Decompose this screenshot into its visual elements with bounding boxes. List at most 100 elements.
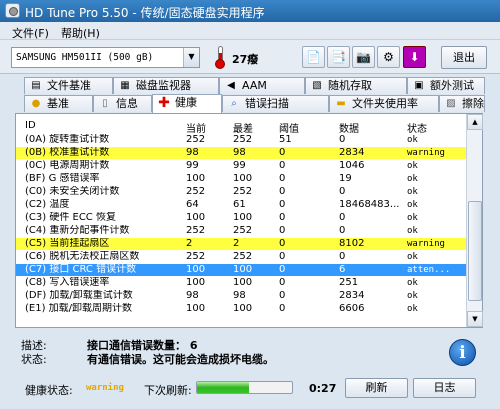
cell-cur: 99 <box>186 160 199 171</box>
info-page-icon: ▯ <box>102 98 108 109</box>
cell-id: (C4) 重新分配事件计数 <box>25 225 130 236</box>
cell-thr: 0 <box>279 238 286 249</box>
save-button[interactable]: ⬇ <box>403 46 426 68</box>
cell-id: (C2) 温度 <box>25 199 70 210</box>
header-data[interactable]: 数据 <box>339 120 359 135</box>
tab-disk-monitor[interactable]: ▦ 磁盘监视器 <box>113 77 219 94</box>
table-row[interactable]: (0B) 校准重试计数 98 98 0 2834 warning <box>16 147 466 159</box>
menu-help[interactable]: 帮助(H) <box>61 25 100 41</box>
cell-thr: 0 <box>279 251 286 262</box>
cell-worst: 98 <box>233 147 246 158</box>
options-button[interactable]: ⚙ <box>377 46 400 68</box>
cell-data: 0 <box>339 186 346 197</box>
tab-health[interactable]: ✚ 健康 <box>152 94 222 113</box>
menu-file[interactable]: 文件(F) <box>12 25 49 41</box>
tab-info[interactable]: ▯ 信息 <box>93 95 152 112</box>
refresh-timer: 0:27 <box>309 382 337 395</box>
smart-attributes-panel: ID 当前 最差 阈值 数据 状态 (0A) 旋转重试计数 252 252 51 0 ok… <box>15 113 483 328</box>
tab-file-benchmark[interactable]: ▤ 文件基准 <box>24 77 113 94</box>
header-threshold[interactable]: 阈值 <box>279 120 299 135</box>
cell-cur: 100 <box>186 277 206 288</box>
cell-worst: 61 <box>233 199 246 210</box>
table-row[interactable]: (DF) 加载/卸载重试计数 98 98 0 2834 ok <box>16 290 466 302</box>
cell-data: 0 <box>339 225 346 236</box>
table-row[interactable]: (0C) 电源周期计数 99 99 0 1046 ok <box>16 160 466 172</box>
copy-all-button[interactable]: 📑 <box>327 46 350 68</box>
refresh-button[interactable]: 刷新 <box>345 378 408 398</box>
refresh-progress-fill <box>197 382 250 393</box>
table-row[interactable]: (C7) 接口 CRC 错误计数 100 100 0 6 atten... <box>16 264 466 276</box>
health-status-value: warning <box>86 383 124 393</box>
cell-status: warning <box>407 148 445 158</box>
random-access-icon: ▧ <box>312 80 322 91</box>
file-benchmark-icon: ▤ <box>31 80 41 91</box>
vertical-scrollbar[interactable]: ▲ ▼ <box>466 114 483 327</box>
cell-status: ok <box>407 252 418 262</box>
cell-id: (DF) 加载/卸载重试计数 <box>25 290 133 301</box>
cell-id: (0C) 电源周期计数 <box>25 160 110 171</box>
cell-cur: 252 <box>186 225 206 236</box>
cell-cur: 100 <box>186 303 206 314</box>
cell-worst: 252 <box>233 225 253 236</box>
tab-extra-tests[interactable]: ▣ 额外测试 <box>407 77 485 94</box>
cell-cur: 64 <box>186 199 199 210</box>
screenshot-button[interactable]: 📷 <box>352 46 375 68</box>
table-row[interactable]: (E1) 加载/卸载周期计数 100 100 0 6606 ok <box>16 303 466 315</box>
table-row[interactable]: (0A) 旋转重试计数 252 252 51 0 ok <box>16 134 466 146</box>
magnifier-icon: ⌕ <box>231 98 237 109</box>
cell-status: ok <box>407 200 418 210</box>
refresh-progress-bar <box>196 381 293 394</box>
cell-data: 0 <box>339 251 346 262</box>
cell-status: atten... <box>407 265 451 275</box>
cell-cur: 2 <box>186 238 193 249</box>
tab-random-access[interactable]: ▧ 随机存取 <box>305 77 407 94</box>
tab-strip: ▤ 文件基准 ▦ 磁盘监视器 ◀ AAM ▧ 随机存取 ▣ 额外测试 ● 基准 ▯ 信息 ✚ 健… <box>0 76 500 114</box>
cell-id: (C3) 硬件 ECC 恢复 <box>25 212 116 223</box>
tab-folder-usage[interactable]: ▬ 文件夹使用率 <box>329 95 439 112</box>
tab-error-scan[interactable]: ⌕ 错误扫描 <box>222 95 329 112</box>
copy-text-button[interactable]: 📄 <box>302 46 325 68</box>
header-id[interactable]: ID <box>25 120 36 131</box>
thermometer-icon <box>214 46 226 69</box>
scrollbar-thumb[interactable] <box>468 201 482 301</box>
drive-select[interactable]: SAMSUNG HM501II (500 gB) ▼ <box>11 47 200 68</box>
header-current[interactable]: 当前 <box>186 120 206 135</box>
health-cross-icon: ✚ <box>158 95 170 111</box>
cell-status: ok <box>407 291 418 301</box>
tab-aam[interactable]: ◀ AAM <box>219 77 305 94</box>
tab-erase[interactable]: ▨ 擦除 <box>439 95 485 112</box>
status-bar: 健康状态: warning 下次刷新: 0:27 刷新 日志 <box>0 373 500 409</box>
cell-data: 6 <box>339 264 346 275</box>
cell-worst: 99 <box>233 160 246 171</box>
cell-cur: 98 <box>186 290 199 301</box>
cell-worst: 100 <box>233 264 253 275</box>
scroll-up-icon[interactable]: ▲ <box>467 114 483 130</box>
cell-data: 0 <box>339 134 346 145</box>
drive-select-value: SAMSUNG HM501II (500 gB) <box>16 52 154 63</box>
header-worst[interactable]: 最差 <box>233 120 253 135</box>
cell-thr: 51 <box>279 134 292 145</box>
grid-header: ID 当前 最差 阈值 数据 状态 <box>16 114 466 135</box>
cell-status: ok <box>407 226 418 236</box>
chevron-down-icon[interactable]: ▼ <box>183 48 199 67</box>
cell-worst: 98 <box>233 290 246 301</box>
table-row[interactable]: (C8) 写入错误速率 100 100 0 251 ok <box>16 277 466 289</box>
info-icon[interactable]: i <box>449 339 476 366</box>
cell-id: (BF) G 感错误率 <box>25 173 100 184</box>
erase-icon: ▨ <box>446 98 456 109</box>
log-button[interactable]: 日志 <box>413 378 476 398</box>
next-refresh-label: 下次刷新: <box>144 384 192 397</box>
window-title: HD Tune Pro 5.50 - 传统/固态硬盘实用程序 <box>25 6 265 20</box>
table-row[interactable]: (C4) 重新分配事件计数 252 252 0 0 ok <box>16 225 466 237</box>
extra-tests-icon: ▣ <box>414 80 424 91</box>
scroll-down-icon[interactable]: ▼ <box>467 311 483 327</box>
table-row[interactable]: (C5) 当前挂起扇区 2 2 0 8102 warning <box>16 238 466 250</box>
table-row[interactable]: (C3) 硬件 ECC 恢复 100 100 0 0 ok <box>16 212 466 224</box>
table-row[interactable]: (C6) 脱机无法校正扇区数 252 252 0 0 ok <box>16 251 466 263</box>
table-row[interactable]: (BF) G 感错误率 100 100 0 19 ok <box>16 173 466 185</box>
exit-button[interactable]: 退出 <box>441 46 487 69</box>
table-row[interactable]: (C2) 温度 64 61 0 18468483... ok <box>16 199 466 211</box>
header-status[interactable]: 状态 <box>407 120 427 135</box>
table-row[interactable]: (C0) 未安全关闭计数 252 252 0 0 ok <box>16 186 466 198</box>
tab-benchmark[interactable]: ● 基准 <box>24 95 93 112</box>
